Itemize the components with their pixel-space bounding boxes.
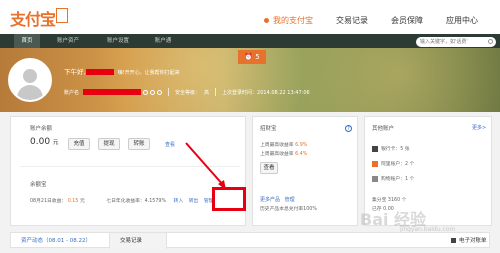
tab-assets[interactable]: 资产动态（08.01 - 08.22）: [21, 236, 91, 244]
yuebao-unit: 元: [79, 199, 85, 204]
balance-card: [10, 116, 246, 226]
active-dot-icon: [264, 18, 269, 23]
avatar[interactable]: [8, 58, 52, 102]
more-link[interactable]: 更多>: [472, 124, 486, 131]
notification-badge[interactable]: ⏰ 5: [238, 50, 266, 64]
more-products-link[interactable]: 更多产品: [260, 197, 280, 203]
ebill-label: 电子对账单: [459, 238, 487, 244]
top-bar: 支付宝 我的支付宝 交易记录 会员保障 应用中心: [0, 0, 500, 34]
flower-icon: [372, 160, 378, 167]
nav-my-alipay[interactable]: 我的支付宝: [264, 15, 313, 26]
list-item-label: 阿里账户：2 个: [381, 162, 415, 167]
greeting-subtext: 嗨!开开心，让我帮你打起来: [117, 70, 180, 76]
subtab-assets[interactable]: 账户资产: [48, 34, 88, 48]
balance-amount: 0.00 元: [30, 137, 58, 147]
account-label: 账户名: [64, 89, 80, 96]
help-icon[interactable]: ?: [345, 125, 352, 132]
divider: [20, 166, 240, 167]
yuebao-income: 0.15: [67, 199, 79, 204]
zhaocai-line2: 上周最高收益率 6.4%: [260, 150, 307, 157]
yuebao-rate: 七日年化收益率：4.1579%: [106, 199, 167, 204]
withdraw-button[interactable]: 提现: [98, 138, 120, 150]
subtab-home[interactable]: 首页: [14, 34, 40, 48]
greeting: 下午好, 嗨!开开心，让我帮你打起来: [64, 66, 180, 76]
notification-count: 5: [255, 53, 260, 61]
other-accounts-title: 其他账户: [372, 126, 395, 132]
last-login: 上次登录时间：2014.08.22 13:47:06: [222, 89, 310, 96]
transfer-button[interactable]: 转账: [128, 138, 150, 150]
nav-app-center[interactable]: 应用中心: [446, 15, 478, 26]
list-item-label: 银行卡：5 张: [381, 147, 410, 152]
subtab-account-link[interactable]: 账户通: [146, 34, 180, 48]
security-value: 高: [204, 89, 210, 96]
tab-trades-box[interactable]: 交易记录: [109, 233, 167, 249]
search-box[interactable]: [416, 37, 496, 47]
account-info: 账户名 安全等级： 高 上次登录时间：2014.08.22 13:47:06: [64, 88, 310, 96]
zhaocai-view-button[interactable]: 查看: [260, 162, 278, 174]
list-item[interactable]: 阿里账户：2 个: [372, 160, 414, 167]
zhaocai-line1-value: 6.9%: [295, 143, 308, 148]
main-nav: 我的支付宝 交易记录 会员保障 应用中心: [264, 15, 500, 26]
search-input[interactable]: [416, 37, 486, 47]
zhaocai-note: 历史产品本息兑付率100%: [260, 207, 317, 212]
avatar-head: [23, 69, 37, 83]
nav-member-protection[interactable]: 会员保障: [391, 15, 423, 26]
tab-trades[interactable]: 交易记录: [120, 236, 142, 244]
zhaocai-links: 更多产品 管理: [260, 196, 295, 203]
bank-card-icon: [372, 145, 378, 152]
divider: [215, 88, 217, 96]
shop-icon: [372, 175, 378, 182]
logo-text: 支付宝: [10, 10, 56, 29]
list-item[interactable]: 银行卡：5 张: [372, 145, 410, 152]
ebill-icon: [451, 238, 456, 243]
greeting-text: 下午好,: [64, 68, 86, 76]
transfer-out-link[interactable]: 转出: [189, 199, 199, 204]
phone-icon[interactable]: [143, 89, 149, 95]
email-icon[interactable]: [150, 89, 156, 95]
id-icon[interactable]: [157, 89, 163, 95]
divider: [168, 88, 170, 96]
redacted-name: [85, 69, 114, 75]
yuebao-row: 08月21日收益： 0.15 元 七日年化收益率：4.1579% 转入 转出 管…: [30, 197, 213, 204]
list-item[interactable]: 购物账户：1 个: [372, 175, 414, 182]
ebill-link[interactable]: 电子对账单: [451, 236, 487, 244]
yuebao-date-label: 08月21日收益：: [30, 199, 67, 204]
balance-unit: 元: [52, 140, 59, 146]
nav-label: 我的支付宝: [273, 16, 313, 25]
zhaocai-title: 招财宝: [260, 126, 277, 132]
bottom-tabs: 资产动态（08.01 - 08.22） 交易记录 电子对账单: [10, 232, 490, 249]
zhaocai-line2-value: 6.4%: [295, 152, 308, 157]
zhaocai-line2-label: 上周最高收益率: [260, 152, 294, 157]
balance-view-link[interactable]: 查看: [165, 141, 175, 148]
zhaocai-manage-link[interactable]: 管理: [285, 197, 295, 203]
highlight-box: [212, 187, 246, 211]
points-label: 集分宝 3160 个: [372, 198, 407, 203]
transfer-in-link[interactable]: 转入: [174, 199, 184, 204]
balance-value: 0.00: [30, 137, 51, 147]
search-icon[interactable]: [488, 39, 493, 44]
zhaocai-line1-label: 上周最高收益率: [260, 143, 294, 148]
subtab-settings[interactable]: 账户设置: [98, 34, 138, 48]
zhaocai-line1: 上周最高收益率 6.9%: [260, 141, 307, 148]
alipay-logo[interactable]: 支付宝: [10, 4, 68, 29]
balance-title: 账户余额: [30, 126, 53, 132]
yuebao-title: 余额宝: [30, 182, 47, 188]
redacted-account: [83, 89, 142, 95]
security-label: 安全等级：: [175, 89, 201, 96]
logo-mark: [56, 8, 68, 23]
nav-transactions[interactable]: 交易记录: [336, 15, 368, 26]
recharge-button[interactable]: 充值: [68, 138, 90, 150]
list-item-label: 购物账户：1 个: [381, 177, 415, 182]
avatar-body: [17, 85, 43, 100]
